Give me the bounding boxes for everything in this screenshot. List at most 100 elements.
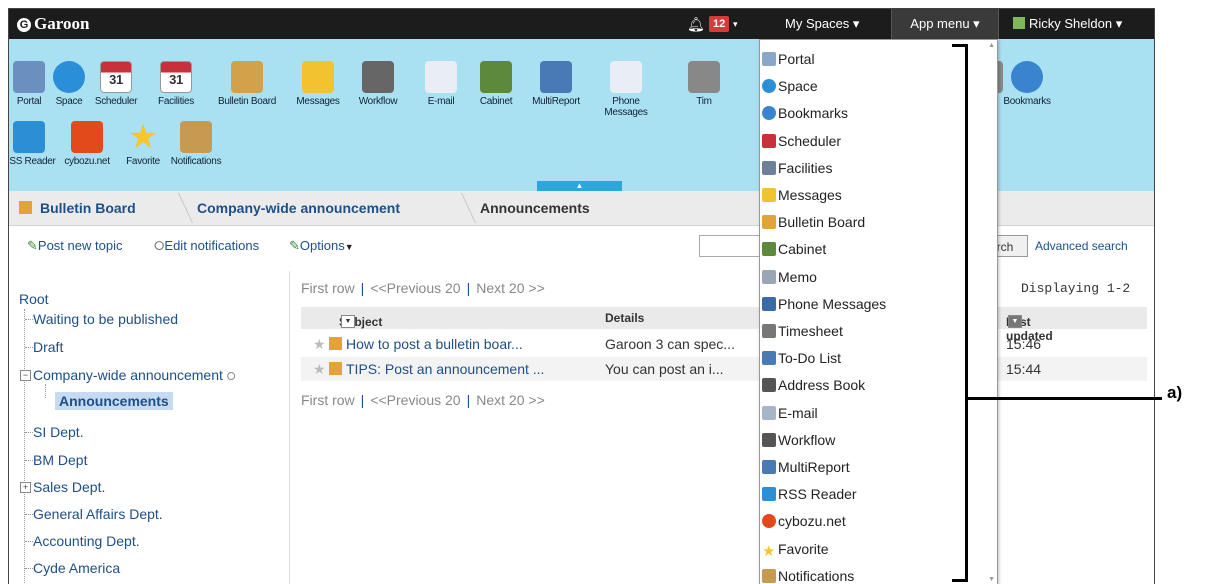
my-spaces-menu[interactable]: My Spaces ▾: [785, 9, 859, 39]
app-menu-item-e-mail[interactable]: E-mail: [762, 400, 818, 427]
app-favorite[interactable]: ★ Favorite: [113, 120, 173, 167]
app-menu-item-bookmarks[interactable]: Bookmarks: [762, 100, 848, 127]
app-e-mail[interactable]: E-mail: [411, 61, 471, 107]
post-new-topic-label: Post new topic: [37, 238, 123, 253]
star-icon[interactable]: ★: [313, 361, 326, 378]
rss-icon: [13, 121, 45, 153]
topic-subject-link[interactable]: How to post a bulletin boar...: [346, 336, 523, 352]
app-menu-item-label: Scheduler: [778, 132, 842, 149]
app-menu-item-memo[interactable]: Memo: [762, 264, 817, 291]
app-menu-button[interactable]: App menu ▾: [891, 9, 999, 39]
app-rss-reader[interactable]: RSS Reader: [9, 121, 59, 167]
pager-previous[interactable]: <<Previous 20: [370, 392, 460, 408]
multireport-icon: [540, 61, 572, 93]
collapse-icon[interactable]: −: [20, 370, 31, 381]
app-menu-item-to-do-list[interactable]: To-Do List: [762, 345, 841, 372]
app-menu-item-cabinet[interactable]: Cabinet: [762, 236, 826, 263]
post-new-topic-link[interactable]: ✎Post new topic: [27, 238, 122, 254]
app-menu-item-label: Facilities: [778, 159, 833, 176]
pager-top: First row | <<Previous 20 | Next 20 >>: [301, 280, 545, 296]
pager-first-row[interactable]: First row: [301, 392, 355, 408]
advanced-search-link[interactable]: Advanced search: [1035, 239, 1128, 253]
tree-item-general-affairs-dept[interactable]: General Affairs Dept.: [33, 506, 163, 522]
app-menu-item-workflow[interactable]: Workflow: [762, 427, 835, 454]
garoon-logo-icon: G: [17, 18, 31, 32]
multireport-icon: [762, 460, 776, 474]
app-tim[interactable]: Tim: [674, 61, 734, 107]
collapse-app-bar-handle[interactable]: ▲: [537, 181, 622, 191]
garoon-logo[interactable]: G Garoon: [17, 14, 89, 34]
tree-root[interactable]: Root: [19, 291, 49, 307]
pager-next[interactable]: Next 20 >>: [476, 392, 545, 408]
tree-item-accounting-dept[interactable]: Accounting Dept.: [33, 533, 140, 549]
address-book-icon: [762, 378, 776, 393]
app-label: Cabinet: [479, 96, 513, 107]
app-menu-item-multireport[interactable]: MultiReport: [762, 454, 850, 481]
tree-item-bm-dept[interactable]: BM Dept: [33, 452, 87, 468]
app-workflow[interactable]: Workflow: [348, 61, 408, 107]
tree-item-si-dept[interactable]: SI Dept.: [33, 424, 84, 440]
bulletin-board-icon: [762, 215, 776, 230]
pager-separator: |: [360, 280, 365, 296]
app-menu-item-portal[interactable]: Portal: [762, 46, 815, 73]
app-menu-item-bulletin-board[interactable]: Bulletin Board: [762, 209, 865, 236]
tree-line: [45, 384, 46, 398]
app-menu-item-address-book[interactable]: Address Book: [762, 372, 865, 399]
breadcrumb-company-wide-announcement[interactable]: Company-wide announcement: [197, 191, 400, 225]
app-menu-item-cybozu-net[interactable]: cybozu.net: [762, 508, 846, 535]
app-phone-messages[interactable]: Phone Messages: [596, 61, 656, 118]
app-multireport[interactable]: MultiReport: [526, 61, 586, 107]
app-bookmarks[interactable]: Bookmarks: [997, 61, 1057, 107]
app-menu-item-timesheet[interactable]: Timesheet: [762, 318, 843, 345]
scroll-up-icon[interactable]: ▲: [988, 42, 995, 49]
topic-subject-link[interactable]: TIPS: Post an announcement ...: [346, 361, 544, 377]
app-cybozu-net[interactable]: cybozu.net: [57, 121, 117, 167]
tree-item-cyde-america[interactable]: Cyde America: [33, 560, 120, 576]
tree-item-sales-dept[interactable]: Sales Dept.: [33, 479, 105, 495]
app-messages[interactable]: Messages: [288, 61, 348, 107]
scroll-down-icon[interactable]: ▼: [988, 576, 995, 583]
expand-icon[interactable]: +: [20, 482, 31, 493]
app-cabinet[interactable]: Cabinet: [466, 61, 526, 107]
bell-icon[interactable]: 🔔︎: [687, 9, 705, 39]
app-menu-item-scheduler[interactable]: Scheduler: [762, 128, 841, 155]
timesheet-icon: [762, 324, 776, 338]
app-menu-item-facilities[interactable]: Facilities: [762, 155, 832, 182]
user-menu[interactable]: Ricky Sheldon ▾: [1013, 9, 1122, 39]
edit-notifications-link[interactable]: ⭘Edit notifications: [154, 238, 259, 254]
app-bulletin-board[interactable]: Bulletin Board: [217, 61, 277, 107]
app-menu-item-notifications[interactable]: Notifications: [762, 563, 854, 584]
app-menu-item-favorite[interactable]: ★ Favorite: [762, 536, 829, 563]
folder-tree: Root Waiting to be published Draft − Com…: [9, 271, 290, 584]
app-menu-item-space[interactable]: Space: [762, 73, 818, 100]
tree-item-waiting-to-be-published[interactable]: Waiting to be published: [33, 311, 178, 327]
breadcrumb-bulletin-board[interactable]: Bulletin Board: [40, 191, 136, 225]
app-menu-item-messages[interactable]: Messages: [762, 182, 842, 209]
tree-item-company-wide-announcement[interactable]: Company-wide announcement ⭘: [33, 367, 236, 384]
app-menu-item-phone-messages[interactable]: Phone Messages: [762, 291, 886, 318]
app-label: Messages: [296, 96, 340, 107]
messages-icon: [762, 188, 776, 202]
options-menu[interactable]: ✎Options▼: [289, 238, 354, 254]
tree-branch: [25, 347, 33, 348]
notifications-caret-icon[interactable]: ▾: [733, 9, 738, 39]
star-icon[interactable]: ★: [313, 336, 326, 353]
sort-icon[interactable]: ▼: [1008, 315, 1022, 328]
notification-count-badge[interactable]: 12: [709, 16, 730, 32]
tree-item-draft[interactable]: Draft: [33, 339, 63, 355]
app-menu-item-label: Phone Messages: [778, 295, 887, 312]
sort-icon[interactable]: ▼: [341, 315, 355, 328]
glasses-icon: ⭘: [154, 238, 165, 253]
calendar-icon: 31: [100, 61, 132, 93]
app-notifications[interactable]: Notifications: [166, 121, 226, 167]
pager-previous[interactable]: <<Previous 20: [370, 280, 460, 296]
tree-item-announcements[interactable]: Announcements: [55, 392, 173, 410]
pager-next[interactable]: Next 20 >>: [476, 280, 545, 296]
logo-text: Garoon: [34, 14, 90, 33]
app-label: cybozu.net: [64, 156, 110, 167]
app-menu-item-label: MultiReport: [778, 459, 850, 475]
app-menu-item-rss-reader[interactable]: RSS Reader: [762, 481, 857, 508]
app-scheduler[interactable]: 31 Scheduler: [86, 61, 146, 107]
app-facilities[interactable]: 31 Facilities: [146, 61, 206, 107]
pager-first-row[interactable]: First row: [301, 280, 355, 296]
